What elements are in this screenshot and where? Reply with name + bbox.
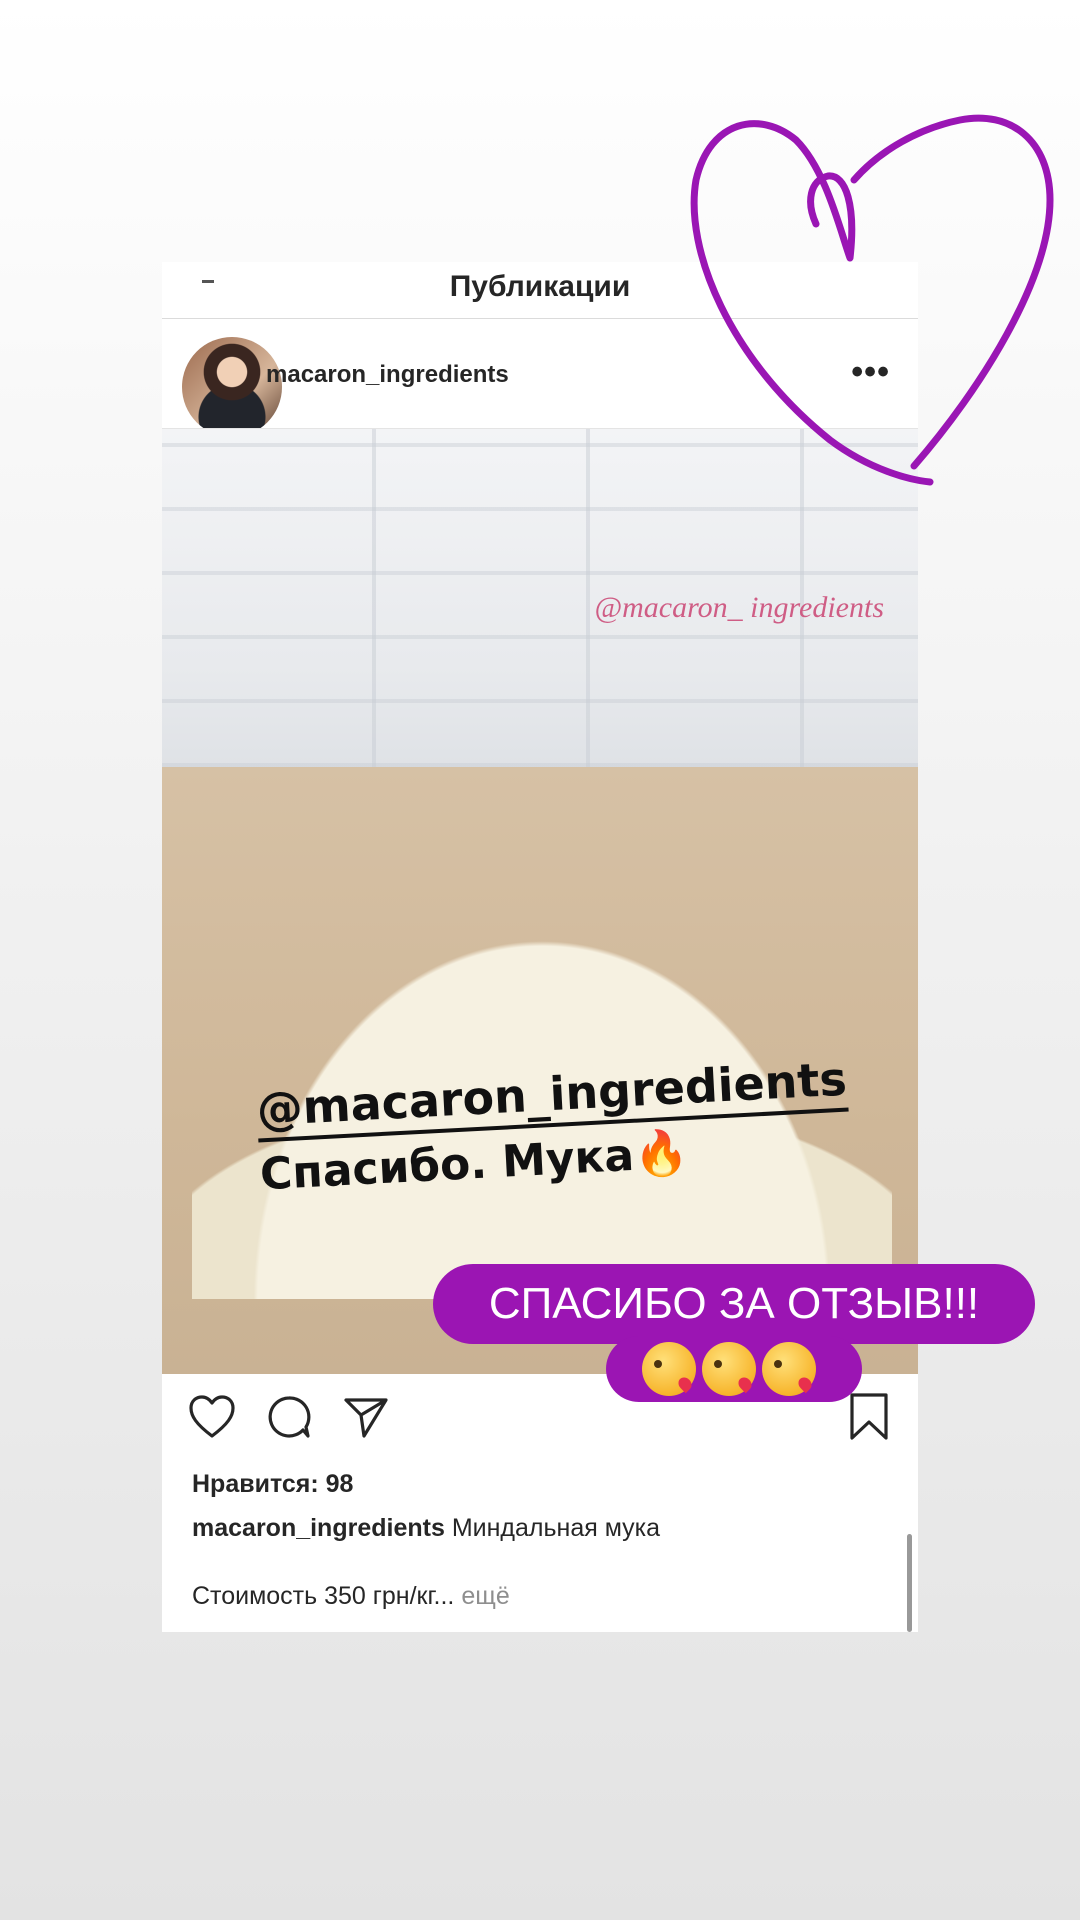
heart-icon[interactable] — [188, 1394, 236, 1440]
drawn-heart-sticker — [690, 114, 1054, 486]
caption-username[interactable]: macaron_ingredients — [192, 1514, 445, 1542]
caption-text: Миндальная мука — [451, 1514, 661, 1542]
kiss-emoji-icon — [762, 1342, 816, 1396]
comment-icon[interactable] — [266, 1394, 312, 1440]
wall-watermark-tag: @macaron_ ingredients — [594, 591, 884, 624]
publications-title: Публикации — [449, 270, 631, 303]
kiss-emoji-icon — [702, 1342, 756, 1396]
watermark-text: vilecblka_com — [312, 339, 476, 369]
bookmark-icon[interactable] — [848, 1392, 890, 1442]
caption-line2: Стоимость 350 грн/кг... ещё — [192, 1582, 510, 1611]
scrollbar[interactable] — [907, 1534, 912, 1632]
back-arrow-icon[interactable] — [202, 280, 214, 283]
send-icon[interactable] — [342, 1394, 390, 1440]
kiss-emoji-icon — [642, 1342, 696, 1396]
caption-price: Стоимость 350 грн/кг... — [192, 1582, 455, 1610]
kiss-emoji-sticker — [606, 1336, 862, 1402]
caption: macaron_ingredients Миндальная мука — [192, 1514, 660, 1543]
caption-more-link[interactable]: ещё — [461, 1582, 509, 1610]
likes-count[interactable]: Нравится: 98 — [192, 1470, 353, 1499]
thanks-sticker: СПАСИБО ЗА ОТЗЫВ!!! — [433, 1264, 1035, 1344]
almond-flour-pile — [192, 739, 892, 1299]
